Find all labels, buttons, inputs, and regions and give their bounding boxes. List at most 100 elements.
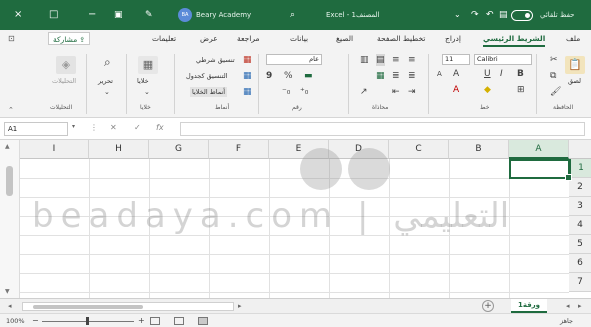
search-icon[interactable]: ⌕ [290,8,295,22]
tab-formulas[interactable]: الصيغ [336,33,353,45]
zoom-in-icon[interactable]: + [138,316,145,326]
redo-icon[interactable]: ↷ [471,8,479,22]
undo-icon[interactable]: ↶ [486,8,494,22]
minimize-icon[interactable]: − [88,8,96,22]
pin-icon[interactable]: ⊡ [8,34,15,43]
tab-home[interactable]: الشريط الرئيسي [483,33,546,47]
sheet-nav-prev-icon[interactable]: ◂ [566,302,570,310]
fill-color-icon[interactable]: ◆ [484,84,491,96]
format-painter-icon[interactable]: 🖌 [550,86,561,98]
row-header-1[interactable]: 1 [569,159,591,178]
cell-styles-icon[interactable]: ▦ [243,86,252,98]
shrink-font-icon[interactable]: A [437,68,442,80]
decrease-decimal-icon[interactable]: ⁻₀ [282,86,290,98]
add-sheet-button[interactable]: + [482,300,494,312]
conditional-format-icon[interactable]: ▦ [243,54,252,66]
font-name-box[interactable]: Calibri [474,54,532,65]
select-all-corner[interactable] [569,140,591,159]
function-icon[interactable]: fx [156,122,164,134]
column-header-f[interactable]: F [209,140,269,159]
paste-icon[interactable]: 📋 [565,56,585,74]
zoom-slider-knob[interactable] [86,317,89,325]
underline-icon[interactable]: U [484,68,491,80]
scroll-left-icon[interactable]: ◂ [8,302,12,310]
find-icon[interactable]: ⌕ [104,56,111,68]
align-right-icon[interactable]: ≣ [408,70,416,82]
column-header-c[interactable]: C [389,140,449,159]
active-cell-a1[interactable] [509,159,572,181]
pen-icon[interactable]: ✎ [145,8,153,22]
editing-button-label[interactable]: تحرير [98,76,113,86]
ribbon-display-icon[interactable]: ▣ [114,8,123,22]
bold-icon[interactable]: B [517,68,524,80]
number-format-box[interactable]: عام [266,54,322,65]
autosave-toggle[interactable] [511,10,533,21]
percent-icon[interactable]: % [284,70,293,82]
copy-icon[interactable]: ⧉ [550,70,556,82]
cells-icon[interactable]: ▦ [138,56,158,74]
font-color-icon[interactable]: A [453,84,459,96]
row-header-7[interactable]: 7 [569,273,591,292]
formula-input[interactable] [180,122,585,136]
page-layout-view-icon[interactable] [174,317,184,325]
scrollbar-thumb[interactable] [33,305,143,309]
page-break-view-icon[interactable] [150,317,160,325]
name-box[interactable]: A1 [4,122,68,136]
align-middle-icon[interactable]: ▤ [376,54,385,66]
format-table-icon[interactable]: ▦ [243,70,252,82]
tab-file[interactable]: ملف [566,33,580,45]
chevron-down-icon[interactable]: ⌄ [104,86,110,98]
enter-icon[interactable]: ✓ [134,122,141,134]
scroll-up-icon[interactable]: ▲ [5,143,10,150]
column-header-b[interactable]: B [449,140,509,159]
normal-view-icon[interactable] [198,317,208,325]
increase-decimal-icon[interactable]: ⁺₀ [300,86,308,98]
comma-style-icon[interactable]: 9 [266,70,272,82]
tab-view[interactable]: عرض [200,33,218,45]
align-top-icon[interactable]: ≡ [392,54,400,66]
sheet-nav-next-icon[interactable]: ▸ [578,302,582,310]
horizontal-scrollbar[interactable] [22,302,234,311]
tab-insert[interactable]: إدراج [445,33,461,45]
outdent-icon[interactable]: ⇤ [392,86,400,98]
scroll-down-icon[interactable]: ▼ [5,288,10,295]
save-icon[interactable]: ▤ [499,8,508,22]
italic-icon[interactable]: I [500,68,503,80]
analyze-data-label[interactable]: التحليلات [52,76,76,86]
tab-data[interactable]: بيانات [290,33,308,45]
avatar[interactable]: BA [178,8,192,22]
scroll-right-icon[interactable]: ▸ [238,302,242,310]
restore-icon[interactable]: □ [49,8,58,22]
zoom-level[interactable]: 100% [6,316,25,326]
font-size-box[interactable]: 11 [442,54,470,65]
close-icon[interactable]: × [14,8,22,22]
conditional-format-button[interactable]: تنسيق شرطي [196,55,235,65]
align-center-icon[interactable]: ≣ [392,70,400,82]
vertical-scrollbar[interactable]: ▲ ▼ [0,140,20,298]
row-header-5[interactable]: 5 [569,235,591,254]
borders-icon[interactable]: ⊞ [517,84,525,96]
analyze-data-icon[interactable]: ◈ [56,56,76,74]
column-header-i[interactable]: I [20,140,89,159]
row-header-2[interactable]: 2 [569,178,591,197]
collapse-ribbon-icon[interactable]: ⌃ [8,106,14,114]
grow-font-icon[interactable]: A [453,68,459,80]
column-header-h[interactable]: H [89,140,149,159]
currency-icon[interactable]: ▬ [304,70,313,82]
zoom-out-icon[interactable]: − [32,316,39,326]
orientation-icon[interactable]: ↗ [360,86,368,98]
tab-review[interactable]: مراجعة [237,33,260,45]
row-header-6[interactable]: 6 [569,254,591,273]
chevron-down-icon[interactable]: ⌄ [454,8,461,22]
cells-button-label[interactable]: خلايا [137,76,149,86]
format-as-table-button[interactable]: التنسيق كجدول [186,71,228,81]
column-header-g[interactable]: G [149,140,209,159]
merge-icon[interactable]: ▦ [376,70,385,82]
cancel-icon[interactable]: ✕ [110,122,117,134]
cut-icon[interactable]: ✂ [550,54,558,66]
column-header-a[interactable]: A [509,140,569,159]
cell-styles-button[interactable]: أنماط الخلايا [190,87,228,97]
chevron-down-icon[interactable]: ⌄ [144,86,150,98]
wrap-text-icon[interactable]: ≡ [408,54,416,66]
sheet-tab-1[interactable]: ورقة1 [511,299,547,313]
